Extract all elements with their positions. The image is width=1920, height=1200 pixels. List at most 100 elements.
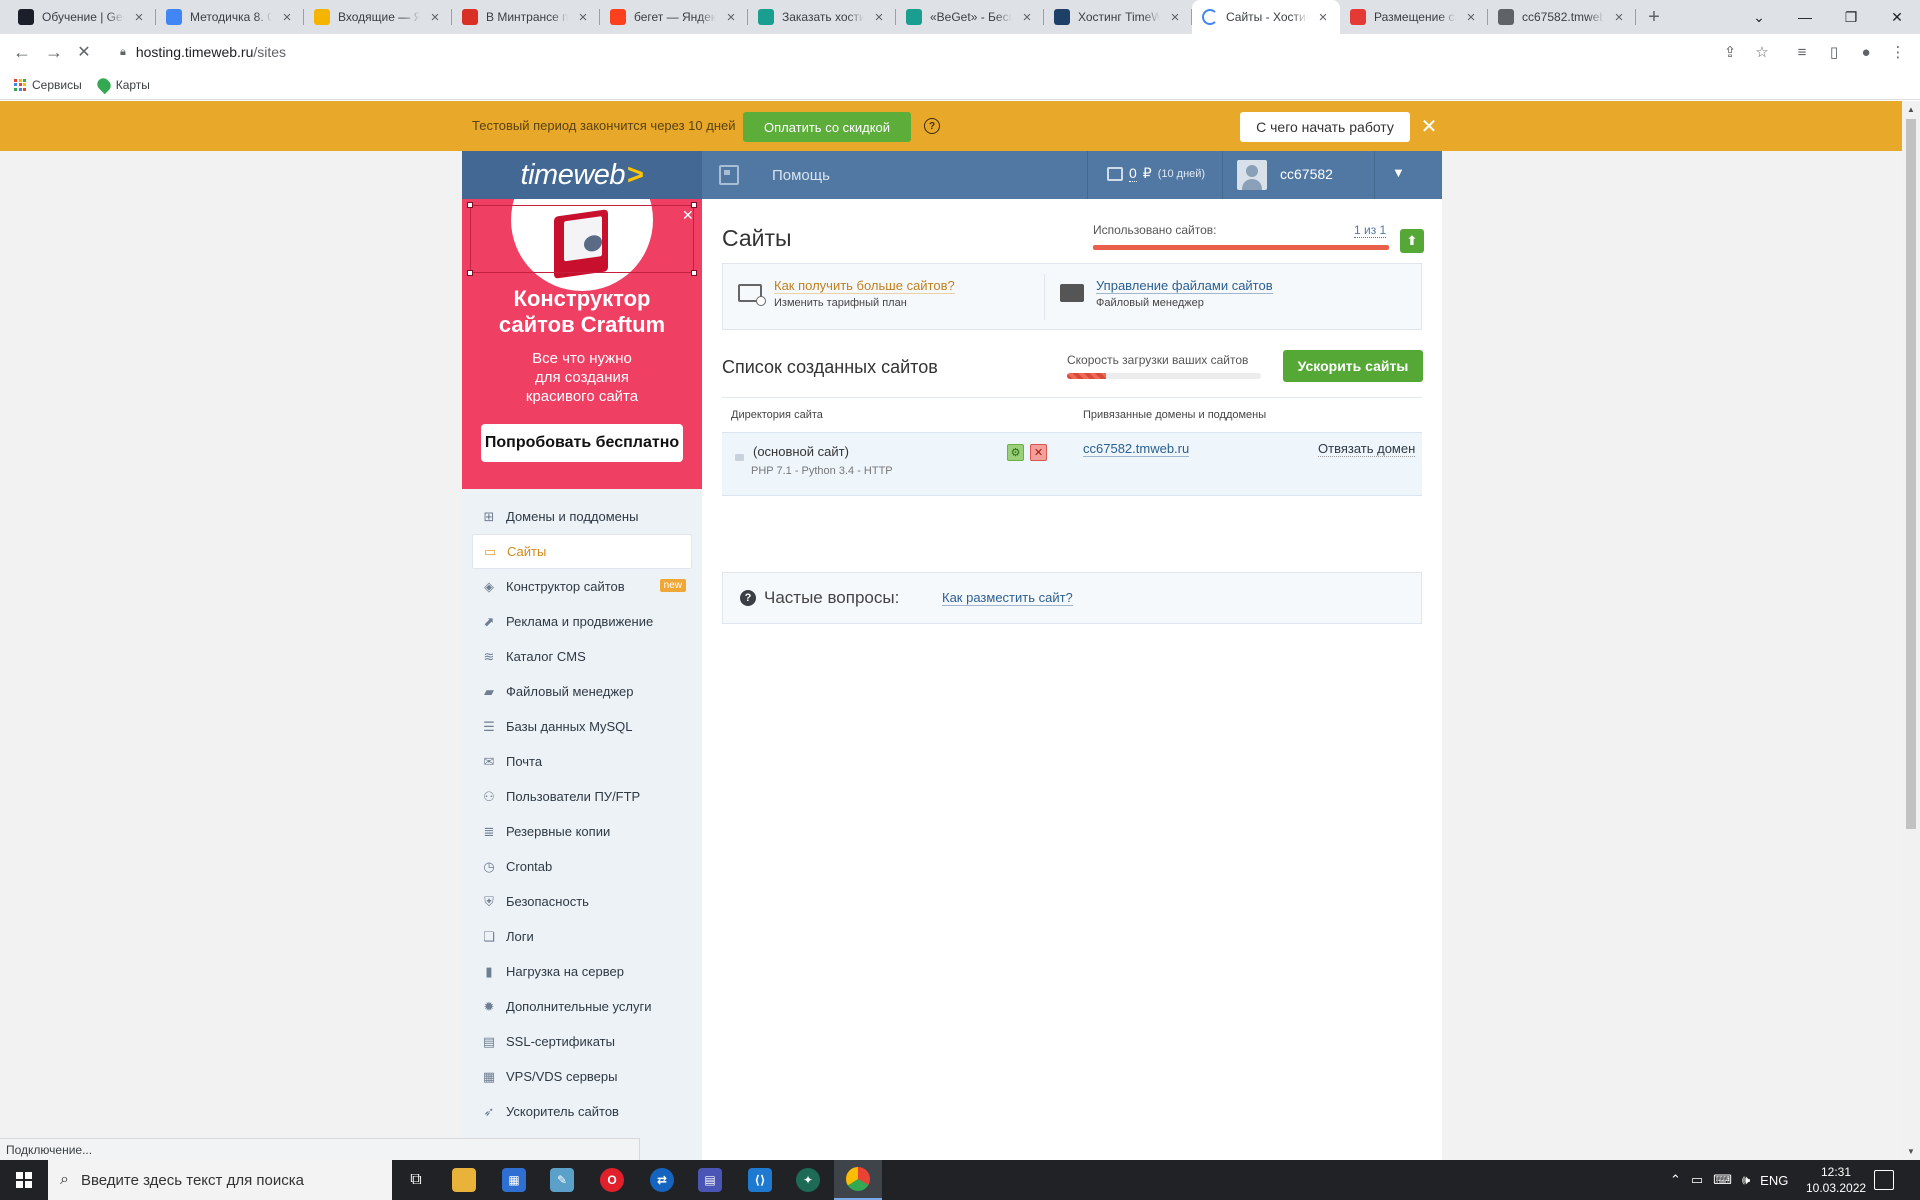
sidebar-item[interactable]: ▮ Нагрузка на сервер xyxy=(472,954,692,989)
language-indicator[interactable]: ENG xyxy=(1760,1173,1788,1188)
start-button[interactable] xyxy=(0,1160,48,1200)
browser-tab[interactable]: Входящие — Ян × xyxy=(304,0,452,34)
minimize-icon[interactable]: — xyxy=(1782,0,1828,34)
browser-tab[interactable]: cc67582.tmweb × xyxy=(1488,0,1636,34)
close-tab-icon[interactable]: × xyxy=(1612,9,1626,26)
scroll-down-icon[interactable]: ▼ xyxy=(1907,1147,1915,1156)
reading-list-icon[interactable]: ≡ xyxy=(1790,40,1814,64)
browser-tab[interactable]: В Минтрансе пр × xyxy=(452,0,600,34)
news-icon[interactable] xyxy=(719,165,739,185)
scroll-up-icon[interactable]: ▲ xyxy=(1907,105,1915,114)
scrollbar-thumb[interactable] xyxy=(1906,119,1916,829)
sidebar-item[interactable]: ◷ Crontab xyxy=(472,849,692,884)
close-tab-icon[interactable]: × xyxy=(1020,9,1034,26)
close-tab-icon[interactable]: × xyxy=(280,9,294,26)
sidebar-item[interactable]: ➶ Ускоритель сайтов xyxy=(472,1094,692,1129)
browser-tab[interactable]: Размещение са × xyxy=(1340,0,1488,34)
bookmark-maps[interactable]: Карты xyxy=(94,75,150,94)
task-view-icon[interactable]: ⧉ xyxy=(392,1160,440,1200)
sidebar-item[interactable]: ❏ Логи xyxy=(472,919,692,954)
network-icon[interactable]: ⌨ xyxy=(1713,1172,1732,1188)
getting-started-button[interactable]: С чего начать работу xyxy=(1240,112,1410,142)
sidebar-item[interactable]: ◈ Конструктор сайтов new xyxy=(472,569,692,604)
close-tab-icon[interactable]: × xyxy=(1168,9,1182,26)
teamviewer-icon[interactable]: ⇄ xyxy=(638,1160,686,1200)
sidebar-item[interactable]: ▤ SSL-сертификаты xyxy=(472,1024,692,1059)
browser-tab[interactable]: Обучение | Geek × xyxy=(8,0,156,34)
restore-icon[interactable]: ❐ xyxy=(1828,0,1874,34)
tab-search-icon[interactable]: ⌄ xyxy=(1736,0,1782,34)
browser-tab[interactable]: Хостинг TimeW × xyxy=(1044,0,1192,34)
side-panel-icon[interactable]: ▯ xyxy=(1822,40,1846,64)
volume-icon[interactable]: 🕪︎ xyxy=(1742,1172,1750,1188)
file-explorer-icon[interactable] xyxy=(440,1160,488,1200)
sidebar-item[interactable]: ⛨ Безопасность xyxy=(472,884,692,919)
opera-icon[interactable]: O xyxy=(588,1160,636,1200)
close-tab-icon[interactable]: × xyxy=(428,9,442,26)
bookmark-services[interactable]: Сервисы xyxy=(14,78,82,92)
chevron-down-icon[interactable]: ▼ xyxy=(1392,165,1405,180)
browser-tab[interactable]: бегет — Яндекс × xyxy=(600,0,748,34)
help-icon[interactable]: ? xyxy=(924,118,940,134)
chevron-up-icon[interactable]: ⌃ xyxy=(1670,1172,1681,1188)
address-bar[interactable]: 🔒︎ hosting.timeweb.ru/sites xyxy=(110,37,1770,67)
username[interactable]: cc67582 xyxy=(1280,166,1333,182)
notifications-icon[interactable] xyxy=(1874,1170,1894,1190)
close-tab-icon[interactable]: × xyxy=(1464,9,1478,26)
site-settings-button[interactable]: ⚙ xyxy=(1007,444,1024,461)
page-scrollbar[interactable]: ▲ ▼ xyxy=(1902,101,1920,1160)
vscode-icon[interactable]: ⟨⟩ xyxy=(736,1160,784,1200)
sidebar-item[interactable]: ▭ Сайты xyxy=(472,534,692,569)
close-window-icon[interactable]: ✕ xyxy=(1874,0,1920,34)
pay-discount-button[interactable]: Оплатить со скидкой xyxy=(743,112,911,142)
notepad-icon[interactable]: ✎ xyxy=(538,1160,586,1200)
close-icon[interactable]: ✕ xyxy=(682,207,694,224)
clock[interactable]: 12:31 10.03.2022 xyxy=(1806,1164,1866,1196)
new-tab-button[interactable]: + xyxy=(1636,0,1672,34)
save-icon[interactable]: ▤ xyxy=(686,1160,734,1200)
try-free-button[interactable]: Попробовать бесплатно xyxy=(481,424,683,462)
back-icon[interactable]: ← xyxy=(4,34,40,70)
domain-link[interactable]: cc67582.tmweb.ru xyxy=(1083,441,1190,457)
taskbar-search[interactable]: ⌕ Введите здесь текст для поиска xyxy=(48,1160,392,1200)
speed-up-button[interactable]: Ускорить сайты xyxy=(1283,350,1423,382)
upgrade-plan-button[interactable]: ⬆ xyxy=(1400,229,1424,253)
sidebar-item[interactable]: ✹ Дополнительные услуги xyxy=(472,989,692,1024)
browser-tab[interactable]: Методичка 8. C × xyxy=(156,0,304,34)
resize-handle[interactable] xyxy=(691,270,697,276)
share-icon[interactable]: ⇪ xyxy=(1718,40,1742,64)
sidebar-item[interactable]: ✉ Почта xyxy=(472,744,692,779)
browser-tab[interactable]: Заказать хостин × xyxy=(748,0,896,34)
close-tab-icon[interactable]: × xyxy=(132,9,146,26)
sidebar-item[interactable]: ⚇ Пользователи ПУ/FTP xyxy=(472,779,692,814)
faq-link[interactable]: Как разместить сайт? xyxy=(942,591,1073,606)
delete-site-button[interactable]: ✕ xyxy=(1030,444,1047,461)
monitor-icon[interactable]: ▭ xyxy=(1691,1172,1703,1188)
unbind-domain-link[interactable]: Отвязать домен xyxy=(1318,441,1416,457)
close-tab-icon[interactable]: × xyxy=(724,9,738,26)
browser-tab[interactable]: Сайты - Хостин × xyxy=(1192,0,1340,34)
manage-files-link[interactable]: Управление файлами сайтов xyxy=(1096,278,1273,294)
sidebar-item[interactable]: ▦ VPS/VDS серверы xyxy=(472,1059,692,1094)
avatar[interactable] xyxy=(1237,160,1267,190)
help-link[interactable]: Помощь xyxy=(772,167,830,184)
close-icon[interactable]: ✕ xyxy=(1419,114,1439,138)
site-directory[interactable]: (основной сайт) xyxy=(753,444,849,459)
close-tab-icon[interactable]: × xyxy=(576,9,590,26)
close-tab-icon[interactable]: × xyxy=(1316,9,1330,26)
sites-usage-value[interactable]: 1 из 1 xyxy=(1354,223,1387,238)
sidebar-item[interactable]: ≣ Резервные копии xyxy=(472,814,692,849)
resize-handle[interactable] xyxy=(467,270,473,276)
sidebar-item[interactable]: ☰ Базы данных MySQL xyxy=(472,709,692,744)
stop-loading-icon[interactable]: ✕ xyxy=(66,34,102,70)
craftum-ad[interactable]: ✕ Конструктор сайтов Craftum Все что нуж… xyxy=(462,199,702,489)
bookmark-star-icon[interactable]: ☆ xyxy=(1750,40,1774,64)
sidebar-item[interactable]: ⊞ Домены и поддомены xyxy=(472,499,692,534)
sidebar-item[interactable]: ⬈ Реклама и продвижение xyxy=(472,604,692,639)
more-sites-link[interactable]: Как получить больше сайтов? xyxy=(774,278,955,294)
profile-icon[interactable]: ● xyxy=(1854,40,1878,64)
timeweb-logo[interactable]: timeweb > xyxy=(462,151,702,199)
app-icon[interactable]: ✦ xyxy=(784,1160,832,1200)
menu-kebab-icon[interactable]: ⋮ xyxy=(1886,40,1910,64)
browser-tab[interactable]: «BeGet» - Беспл × xyxy=(896,0,1044,34)
